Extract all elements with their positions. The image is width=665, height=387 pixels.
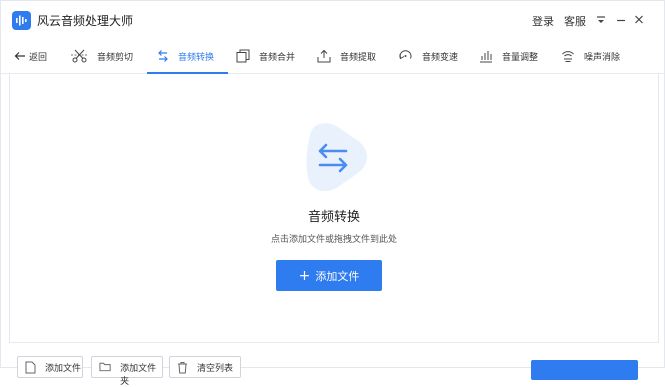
- tab-audio-cut[interactable]: 音频剪切: [71, 39, 133, 73]
- tab-audio-convert[interactable]: 音频转换: [146, 39, 229, 74]
- speed-icon: [399, 50, 412, 60]
- tab-volume-adjust[interactable]: 音量调整: [479, 39, 538, 73]
- back-button[interactable]: 返回: [14, 39, 47, 73]
- app-window: 风云音频处理大师 登录 客服 返回 音频剪切 音频转换 音频合并 音频提取 音频…: [0, 0, 665, 387]
- convert-icon: [158, 50, 168, 62]
- customer-service-link[interactable]: 客服: [564, 13, 586, 29]
- function-toolbar: 返回 音频剪切 音频转换 音频合并 音频提取 音频变速 音量调整 噪声消除: [1, 39, 664, 74]
- tab-audio-speed[interactable]: 音频变速: [398, 39, 458, 73]
- footer-add-folder-label: 添加文件夹: [120, 364, 157, 387]
- footer-clear-list-button[interactable]: 清空列表: [169, 356, 241, 378]
- page-title: 音频转换: [307, 210, 360, 225]
- scissors-icon: [71, 49, 88, 63]
- merge-icon: [236, 49, 250, 63]
- tab-label: 音频提取: [340, 52, 377, 63]
- footer-add-file-button[interactable]: 添加文件: [17, 356, 83, 378]
- menu-dropdown-icon[interactable]: [595, 12, 609, 26]
- tab-label: 音频变速: [422, 52, 459, 63]
- close-icon[interactable]: [633, 12, 647, 26]
- login-link[interactable]: 登录: [532, 13, 554, 29]
- tab-label: 音频转换: [178, 52, 215, 63]
- tab-noise-removal[interactable]: 噪声消除: [561, 39, 620, 73]
- back-label: 返回: [29, 52, 48, 63]
- tab-label: 音量调整: [502, 52, 539, 63]
- audio-convert-hero-icon: [298, 121, 368, 193]
- tab-label: 音频合并: [259, 52, 296, 63]
- arrow-left-icon: [14, 52, 25, 60]
- footer-bar: 添加文件 添加文件夹 清空列表: [9, 342, 659, 387]
- add-file-button[interactable]: + 添加文件: [276, 260, 382, 291]
- minimize-icon[interactable]: [615, 12, 629, 26]
- folder-icon: [99, 362, 111, 372]
- extract-icon: [317, 49, 331, 63]
- tab-label: 音频剪切: [97, 52, 134, 63]
- tab-label: 噪声消除: [584, 52, 621, 63]
- app-logo-icon: [12, 11, 31, 30]
- title-bar: 风云音频处理大师 登录 客服: [1, 1, 664, 39]
- add-file-label: 添加文件: [315, 269, 360, 283]
- app-title: 风云音频处理大师: [37, 14, 134, 28]
- plus-icon: +: [298, 267, 311, 284]
- noise-icon: [562, 51, 574, 62]
- file-drop-area[interactable]: 音频转换 点击添加文件或拖拽文件到此处 + 添加文件: [9, 73, 659, 343]
- tab-audio-merge[interactable]: 音频合并: [236, 39, 295, 73]
- tab-audio-extract[interactable]: 音频提取: [317, 39, 376, 73]
- drop-hint: 点击添加文件或拖拽文件到此处: [270, 235, 397, 245]
- start-convert-button[interactable]: [531, 360, 638, 380]
- footer-add-folder-button[interactable]: 添加文件夹: [91, 356, 163, 387]
- volume-bars-icon: [480, 51, 492, 63]
